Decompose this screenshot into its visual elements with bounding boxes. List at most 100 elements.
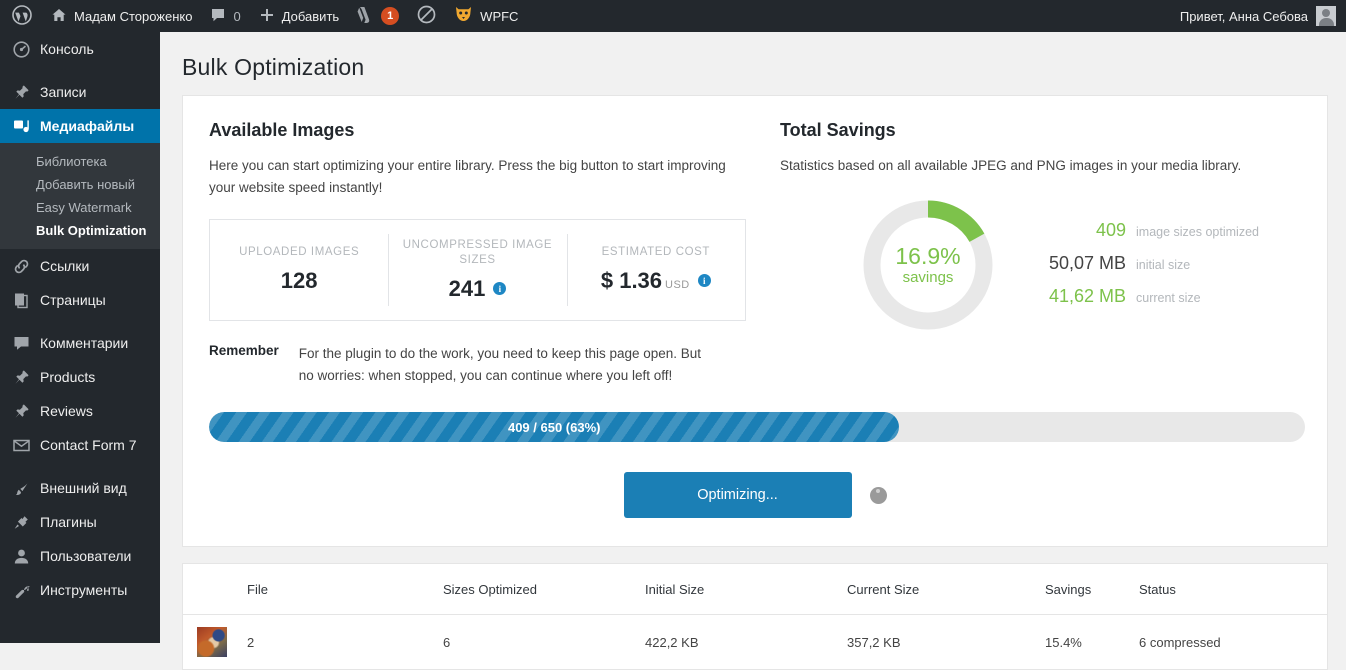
stat-label: UNCOMPRESSED IMAGE SIZES bbox=[402, 238, 553, 267]
submenu-item-add-new[interactable]: Добавить новый bbox=[0, 173, 160, 196]
account-menu[interactable]: Привет, Анна Себова bbox=[1180, 6, 1346, 26]
stat-value: 241 bbox=[448, 275, 486, 301]
savings-row: 41,62 MB current size bbox=[1022, 286, 1259, 307]
greeting-label: Привет, Анна Себова bbox=[1179, 8, 1308, 24]
yoast-seo-button[interactable]: 1 bbox=[348, 0, 408, 32]
column-status[interactable]: Status bbox=[1129, 564, 1327, 616]
savings-summary: 16.9% savings 409 image sizes optimized … bbox=[780, 189, 1301, 333]
cell-initial-size: 422,2 KB bbox=[645, 634, 699, 650]
remember-text: For the plugin to do the work, you need … bbox=[298, 345, 702, 383]
row-thumbnail-cell bbox=[183, 615, 237, 670]
savings-row: 409 image sizes optimized bbox=[1022, 220, 1259, 241]
sidebar-item-label: Консоль bbox=[40, 41, 94, 57]
sidebar-item-dashboard[interactable]: Консоль bbox=[0, 32, 160, 66]
dashboard-icon bbox=[11, 40, 31, 58]
available-images-section: Available Images Here you can start opti… bbox=[183, 120, 758, 386]
sidebar-item-label: Contact Form 7 bbox=[40, 437, 137, 453]
column-savings[interactable]: Savings bbox=[1035, 564, 1129, 616]
total-savings-heading: Total Savings bbox=[780, 120, 896, 140]
sidebar-item-comments[interactable]: Комментарии bbox=[0, 326, 160, 360]
no-entry-button[interactable] bbox=[408, 0, 445, 32]
site-name-button[interactable]: Мадам Стороженко bbox=[42, 0, 201, 32]
comments-count: 0 bbox=[233, 8, 241, 24]
column-initial-size[interactable]: Initial Size bbox=[635, 564, 837, 616]
column-file[interactable]: File bbox=[237, 564, 433, 616]
sidebar-item-pages[interactable]: Страницы bbox=[0, 283, 160, 317]
no-entry-icon bbox=[417, 5, 436, 27]
sidebar-item-contact-form-7[interactable]: Contact Form 7 bbox=[0, 428, 160, 462]
sidebar-item-appearance[interactable]: Внешний вид bbox=[0, 471, 160, 505]
sidebar-item-label: Reviews bbox=[40, 403, 93, 419]
column-current-size[interactable]: Current Size bbox=[837, 564, 1035, 616]
menu-separator bbox=[0, 317, 160, 326]
available-images-description: Here you can start optimizing your entir… bbox=[209, 158, 726, 195]
submenu-item-easy-watermark[interactable]: Easy Watermark bbox=[0, 196, 160, 219]
sidebar-item-links[interactable]: Ссылки bbox=[0, 249, 160, 283]
wpfc-label: WPFC bbox=[480, 8, 519, 24]
table-row[interactable]: 2 6 422,2 KB 357,2 KB 15.4% 6 compressed bbox=[183, 615, 1327, 670]
savings-stats-list: 409 image sizes optimized 50,07 MB initi… bbox=[1022, 220, 1259, 307]
sidebar-item-label: Записи bbox=[40, 84, 87, 100]
admin-sidebar: Консоль Записи Медиафайлы Библиотека Доб… bbox=[0, 32, 160, 643]
comment-icon bbox=[11, 335, 31, 352]
sidebar-item-posts[interactable]: Записи bbox=[0, 75, 160, 109]
savings-value: 41,62 MB bbox=[1048, 286, 1126, 307]
info-icon[interactable]: i bbox=[697, 274, 711, 288]
donut-center-label: 16.9% savings bbox=[860, 197, 996, 333]
savings-row: 50,07 MB initial size bbox=[1022, 253, 1259, 274]
column-thumbnail bbox=[183, 564, 237, 616]
new-content-button[interactable]: Добавить bbox=[250, 0, 348, 32]
site-name-label: Мадам Стороженко bbox=[74, 8, 193, 24]
table-head: File Sizes Optimized Initial Size Curren… bbox=[183, 564, 1327, 616]
spinner-icon bbox=[869, 486, 887, 504]
pages-icon bbox=[11, 292, 31, 309]
comments-button[interactable]: 0 bbox=[201, 0, 249, 32]
sidebar-item-reviews[interactable]: Reviews bbox=[0, 394, 160, 428]
savings-caption: current size bbox=[1136, 291, 1201, 306]
savings-caption: image sizes optimized bbox=[1136, 225, 1259, 240]
sidebar-item-media[interactable]: Медиафайлы bbox=[0, 109, 160, 143]
sidebar-item-label: Ссылки bbox=[40, 258, 90, 274]
sidebar-item-users[interactable]: Пользователи bbox=[0, 539, 160, 573]
available-images-heading: Available Images bbox=[209, 120, 355, 140]
sidebar-item-label: Плагины bbox=[40, 514, 97, 530]
savings-value: 50,07 MB bbox=[1048, 253, 1126, 274]
cell-file: 2 bbox=[247, 634, 255, 650]
media-submenu: Библиотека Добавить новый Easy Watermark… bbox=[0, 143, 160, 249]
link-icon bbox=[11, 258, 31, 275]
sidebar-item-products[interactable]: Products bbox=[0, 360, 160, 394]
wrench-icon bbox=[11, 582, 31, 599]
cell-status: 6 compressed bbox=[1139, 634, 1221, 650]
wpfc-button[interactable]: WPFC bbox=[445, 0, 527, 32]
yoast-badge-count: 1 bbox=[381, 7, 400, 25]
sidebar-item-plugins[interactable]: Плагины bbox=[0, 505, 160, 539]
stat-uncompressed-image-sizes: UNCOMPRESSED IMAGE SIZES 241 i bbox=[388, 220, 566, 320]
progress-fill: 409 / 650 (63%) bbox=[209, 412, 900, 443]
sidebar-item-tools[interactable]: Инструменты bbox=[0, 573, 160, 607]
new-content-label: Добавить bbox=[281, 8, 340, 24]
sidebar-item-label: Products bbox=[40, 369, 96, 385]
comment-icon bbox=[210, 7, 226, 26]
submenu-item-bulk-optimization[interactable]: Bulk Optimization bbox=[0, 219, 160, 242]
brush-icon bbox=[11, 480, 31, 497]
table-body: 2 6 422,2 KB 357,2 KB 15.4% 6 compressed bbox=[183, 615, 1327, 670]
wordpress-logo-icon bbox=[12, 4, 32, 28]
column-sizes-optimized[interactable]: Sizes Optimized bbox=[433, 564, 635, 616]
image-thumbnail[interactable] bbox=[197, 627, 227, 658]
media-icon bbox=[11, 118, 31, 135]
cell-sizes-optimized: 6 bbox=[443, 634, 451, 650]
submenu-item-library[interactable]: Библиотека bbox=[0, 150, 160, 173]
menu-separator bbox=[0, 462, 160, 471]
stat-value: $ 1.36 bbox=[600, 267, 663, 293]
sidebar-item-label: Медиафайлы bbox=[40, 118, 135, 134]
savings-caption: initial size bbox=[1136, 258, 1191, 273]
optimize-button[interactable]: Optimizing... bbox=[623, 472, 852, 519]
avatar bbox=[1316, 6, 1336, 26]
pin-icon bbox=[11, 403, 31, 420]
stat-label: ESTIMATED COST bbox=[601, 246, 711, 259]
currency-unit: USD bbox=[665, 278, 690, 291]
stat-value-group: $ 1.36 USD i bbox=[601, 268, 711, 294]
info-icon[interactable]: i bbox=[493, 282, 507, 296]
wordpress-logo-button[interactable] bbox=[0, 0, 42, 32]
stat-value-group: 241 i bbox=[449, 276, 507, 302]
